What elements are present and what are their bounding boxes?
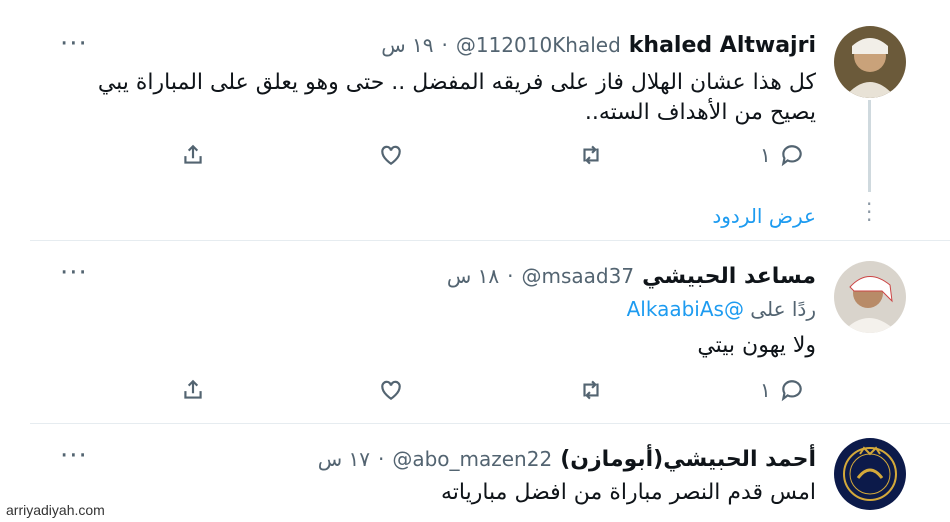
tweet-text-line: كل هذا عشان الهلال فاز على فريقه المفضل …: [97, 70, 816, 95]
handle[interactable]: @abo_mazen22: [392, 447, 552, 471]
tweet-1[interactable]: ··· ١٩ س · @112010Khaled khaled Altwajri…: [0, 0, 950, 240]
avatar[interactable]: [834, 438, 906, 510]
handle[interactable]: @msaad37: [522, 264, 635, 288]
tweet-2[interactable]: ··· ١٨ س · @msaad37 مساعد الحبيشي ردًا ع…: [0, 241, 950, 421]
display-name[interactable]: khaled Altwajri: [629, 33, 816, 58]
tweet-text: ولا يهون بيتي: [697, 333, 816, 358]
tweet-header: ١٧ س · @abo_mazen22 أحمد الحبيشي(أبومازن…: [318, 444, 816, 474]
reply-count: ١: [760, 378, 771, 402]
thread-dots-icon: · · ·: [866, 192, 873, 232]
tweet-actions: ١: [0, 140, 950, 176]
reply-icon: [781, 145, 802, 167]
like-icon: [381, 145, 401, 165]
replying-to-label: ردًا على: [750, 297, 816, 321]
share-button[interactable]: [180, 377, 206, 403]
like-button[interactable]: [378, 142, 404, 168]
timestamp[interactable]: ١٨ س: [447, 264, 499, 288]
avatar-photo: [834, 261, 906, 333]
avatar[interactable]: [834, 26, 906, 98]
retweet-button[interactable]: [578, 377, 604, 403]
tweet-text: كل هذا عشان الهلال فاز على فريقه المفضل …: [56, 68, 816, 128]
separator: ·: [507, 264, 514, 288]
retweet-icon: [583, 145, 599, 165]
like-icon: [381, 380, 401, 400]
reply-icon: [781, 380, 802, 402]
show-replies-link[interactable]: عرض الردود: [712, 204, 816, 228]
share-icon: [184, 144, 202, 164]
more-icon[interactable]: ···: [60, 443, 88, 469]
tweet-actions: ١: [0, 375, 950, 411]
replying-to: ردًا على @AlkaabiAs: [627, 297, 816, 321]
tweet-header: ١٨ س · @msaad37 مساعد الحبيشي: [447, 261, 816, 291]
timestamp[interactable]: ١٩ س: [381, 33, 433, 57]
tweet-text: امس قدم النصر مباراة من افضل مبارياته: [440, 480, 816, 505]
retweet-button[interactable]: [578, 142, 604, 168]
mention-link[interactable]: @AlkaabiAs: [627, 297, 744, 321]
handle[interactable]: @112010Khaled: [456, 33, 621, 57]
avatar-logo: [834, 438, 906, 510]
more-icon[interactable]: ···: [60, 31, 88, 57]
reply-button[interactable]: ١: [760, 377, 805, 403]
reply-button[interactable]: ١: [760, 142, 805, 168]
share-icon: [184, 379, 202, 399]
tweet-header: ١٩ س · @112010Khaled khaled Altwajri: [381, 30, 816, 60]
more-icon[interactable]: ···: [60, 260, 88, 286]
timestamp[interactable]: ١٧ س: [318, 447, 370, 471]
avatar[interactable]: [834, 261, 906, 333]
reply-count: ١: [760, 143, 771, 167]
tweet-text-line: يصيح من الأهداف السته..: [584, 100, 816, 125]
share-button[interactable]: [180, 142, 206, 168]
tweet-3[interactable]: ··· ١٧ س · @abo_mazen22 أحمد الحبيشي(أبو…: [0, 424, 950, 522]
separator: ·: [377, 447, 385, 471]
watermark: arriyadiyah.com: [6, 502, 105, 518]
separator: ·: [441, 33, 448, 57]
display-name[interactable]: أحمد الحبيشي(أبومازن): [560, 447, 816, 472]
like-button[interactable]: [378, 377, 404, 403]
display-name[interactable]: مساعد الحبيشي: [642, 264, 816, 289]
avatar-photo: [834, 26, 906, 98]
retweet-icon: [583, 380, 599, 400]
